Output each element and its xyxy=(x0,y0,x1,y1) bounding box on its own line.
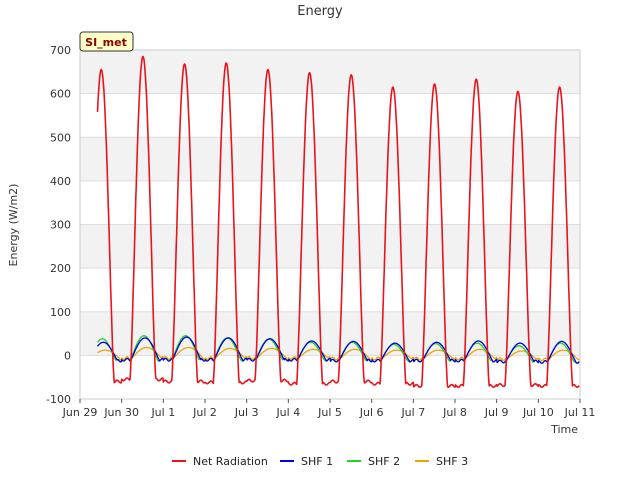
x-tick-label: Jun 29 xyxy=(62,406,98,419)
x-tick-label: Jul 6 xyxy=(359,406,384,419)
legend-label: SHF 2 xyxy=(368,455,400,468)
x-tick-label: Jul 11 xyxy=(564,406,596,419)
y-axis-label: Energy (W/m2) xyxy=(7,184,20,267)
background-bands xyxy=(80,50,580,356)
x-axis-ticks: Jun 29 Jun 30 Jul 1 Jul 2 Jul 3 Jul 4 Jul 5 Jul… xyxy=(62,399,596,419)
y-tick-label: 0 xyxy=(64,349,71,362)
x-tick-label: Jul 8 xyxy=(442,406,467,419)
y-tick-label: 600 xyxy=(50,88,71,101)
x-tick-label: Jul 9 xyxy=(484,406,509,419)
x-tick-label: Jun 30 xyxy=(103,406,139,419)
legend: Net Radiation SHF 1 SHF 2 SHF 3 xyxy=(172,455,468,468)
background-band xyxy=(80,224,580,269)
y-tick-label: 700 xyxy=(50,44,71,57)
background-band xyxy=(80,137,580,181)
y-tick-label: 300 xyxy=(50,219,71,232)
legend-label: SHF 3 xyxy=(436,455,468,468)
x-tick-label: Jul 7 xyxy=(400,406,425,419)
y-tick-label: 400 xyxy=(50,175,71,188)
x-axis-label: Time xyxy=(550,423,578,436)
x-tick-label: Jul 4 xyxy=(275,406,300,419)
y-tick-label: 100 xyxy=(50,306,71,319)
energy-chart: -1000100200300400500600700 Jun 29 Jun 30 J… xyxy=(7,4,596,468)
y-axis-ticks: -100 0 100 200 300 400 500 600 700 xyxy=(46,44,71,406)
site-badge: SI_met xyxy=(79,31,134,52)
y-tick-label: 200 xyxy=(50,262,71,275)
site-badge-label: SI_met xyxy=(85,36,127,49)
x-tick-label: Jul 10 xyxy=(522,406,554,419)
y-tick-label: 500 xyxy=(50,131,71,144)
y-tick-label: -100 xyxy=(46,393,71,406)
legend-label: Net Radiation xyxy=(193,455,268,468)
x-tick-label: Jul 3 xyxy=(234,406,259,419)
x-tick-label: Jul 2 xyxy=(192,406,217,419)
x-tick-label: Jul 5 xyxy=(317,406,342,419)
chart-title: Energy xyxy=(297,4,343,19)
x-tick-label: Jul 1 xyxy=(150,406,175,419)
background-band xyxy=(80,50,580,94)
legend-label: SHF 1 xyxy=(301,455,333,468)
